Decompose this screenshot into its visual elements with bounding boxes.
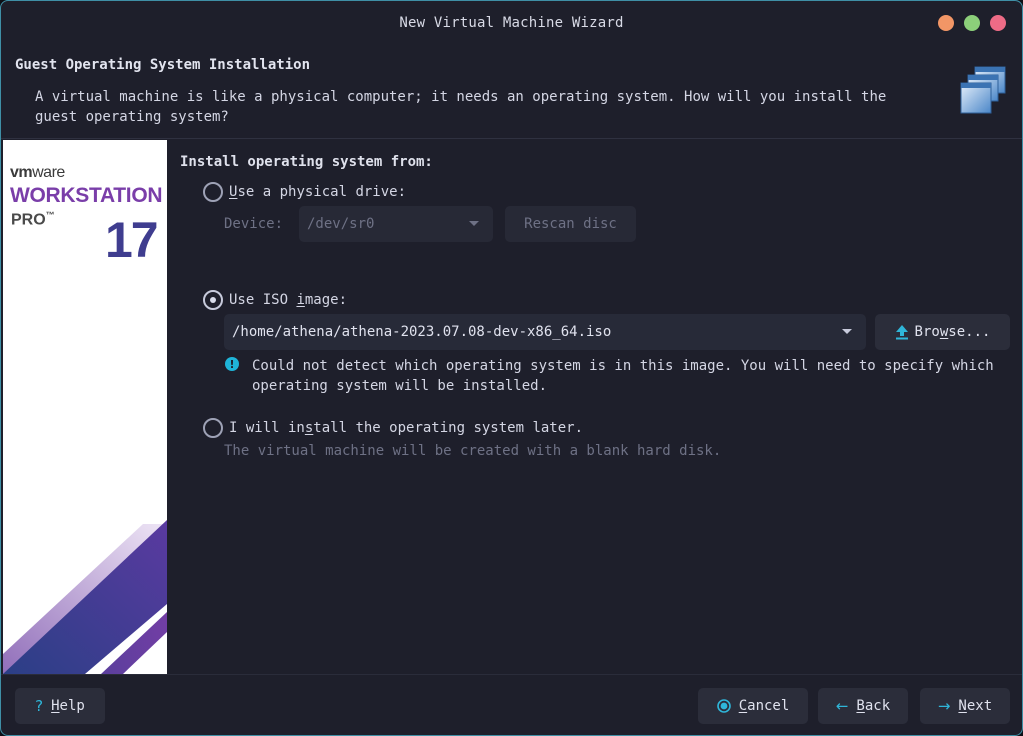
window-controls	[938, 15, 1006, 31]
iso-image-option[interactable]: Use ISO image:	[203, 290, 347, 310]
device-label: Device:	[224, 216, 284, 232]
decorative-stripes	[3, 504, 167, 674]
wizard-window: New Virtual Machine Wizard Guest Operati…	[0, 0, 1023, 736]
wizard-content: Install operating system from: Use a phy…	[167, 140, 1022, 674]
arrow-right-icon: →	[937, 697, 951, 715]
physical-drive-label: Use a physical drive:	[229, 184, 407, 200]
install-source-label: Install operating system from:	[180, 154, 433, 170]
rescan-disc-button[interactable]: Rescan disc	[505, 206, 636, 242]
install-later-label: I will install the operating system late…	[229, 420, 584, 436]
cancel-icon	[716, 699, 731, 713]
chevron-down-icon	[469, 221, 479, 226]
vmware-logo: vmware	[10, 164, 65, 181]
wizard-header: Guest Operating System Installation A vi…	[1, 45, 1022, 139]
chevron-down-icon[interactable]	[842, 329, 852, 334]
iso-image-label: Use ISO image:	[229, 292, 348, 308]
iso-path-value: /home/athena/athena-2023.07.08-dev-x86_6…	[232, 324, 612, 340]
install-later-description: The virtual machine will be created with…	[224, 443, 722, 459]
iso-image-radio[interactable]	[203, 290, 223, 310]
window-title: New Virtual Machine Wizard	[399, 15, 624, 31]
page-description: A virtual machine is like a physical com…	[35, 89, 887, 125]
next-button[interactable]: → Next	[920, 688, 1010, 724]
back-button[interactable]: ← Back	[818, 688, 908, 724]
info-circle-icon: !	[225, 357, 239, 371]
virtual-machines-icon	[960, 66, 1006, 114]
arrow-left-icon: ←	[835, 697, 849, 715]
product-version: 17	[105, 212, 159, 268]
install-later-radio[interactable]	[203, 418, 223, 438]
product-edition: PRO™	[11, 210, 55, 229]
minimize-button[interactable]	[938, 15, 954, 31]
help-label: Help	[51, 698, 85, 714]
title-bar[interactable]: New Virtual Machine Wizard	[1, 1, 1022, 45]
help-button[interactable]: ? Help	[15, 688, 105, 724]
upload-icon	[895, 325, 908, 340]
next-label: Next	[958, 698, 993, 714]
branding-panel: vmware WORKSTATION PRO™ 17	[3, 140, 167, 674]
back-label: Back	[856, 698, 891, 714]
physical-drive-radio[interactable]	[203, 182, 223, 202]
device-select[interactable]: /dev/sr0	[299, 206, 493, 242]
maximize-button[interactable]	[964, 15, 980, 31]
cancel-button[interactable]: Cancel	[698, 688, 808, 724]
page-title: Guest Operating System Installation	[15, 57, 311, 73]
cancel-label: Cancel	[738, 698, 790, 714]
browse-label: Browse...	[914, 324, 991, 340]
wizard-footer: ? Help Cancel ← Back → Next	[1, 674, 1022, 735]
physical-drive-option[interactable]: Use a physical drive:	[203, 182, 406, 202]
close-button[interactable]	[990, 15, 1006, 31]
help-icon: ?	[35, 697, 44, 715]
os-detection-warning: Could not detect which operating system …	[252, 358, 994, 394]
iso-path-combobox[interactable]: /home/athena/athena-2023.07.08-dev-x86_6…	[224, 314, 866, 350]
product-name: WORKSTATION	[10, 184, 163, 207]
browse-button[interactable]: Browse...	[875, 314, 1010, 350]
install-later-option[interactable]: I will install the operating system late…	[203, 418, 583, 438]
